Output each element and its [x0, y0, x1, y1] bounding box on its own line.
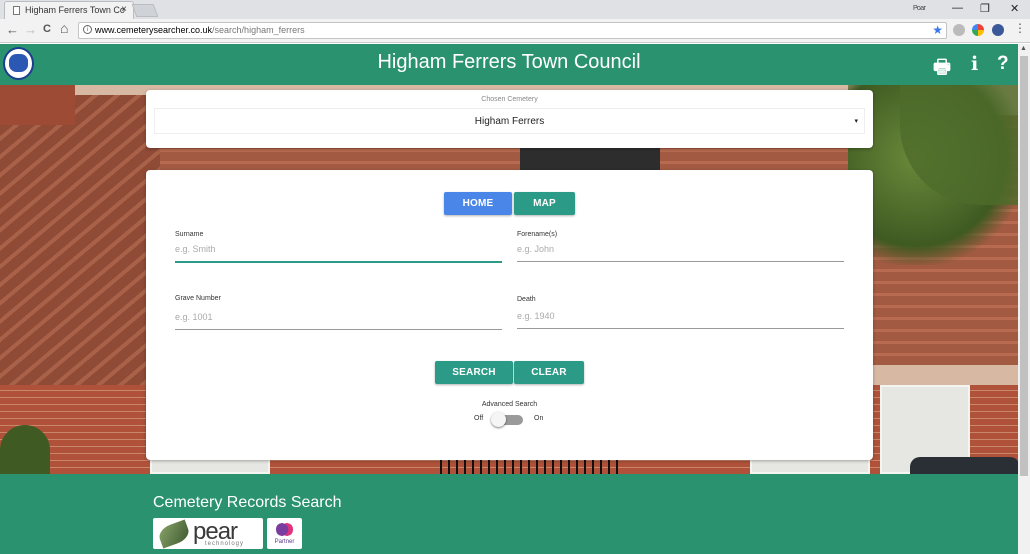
cemetery-card: Chosen Cemetery Higham Ferrers ▾ [146, 90, 873, 148]
partner-logo[interactable]: Partner [267, 518, 302, 549]
death-year-input[interactable] [517, 303, 844, 329]
browser-tab-bar: Higham Ferrers Town Co × Роаг — ❐ ✕ [0, 0, 1030, 19]
reload-icon[interactable]: C [43, 23, 51, 35]
grave-number-label: Grave Number [175, 295, 221, 302]
search-form-card: HOME MAP Surname Forename(s) Grave Numbe… [146, 170, 873, 460]
extension-profile-icon[interactable] [992, 24, 1004, 36]
grave-number-input[interactable] [175, 302, 502, 330]
advanced-search-label: Advanced Search [481, 401, 538, 408]
restore-icon[interactable]: ❐ [980, 2, 990, 15]
forename-field: Forename(s) [517, 231, 844, 262]
partner-label: Partner [274, 539, 295, 545]
new-tab-button[interactable] [131, 4, 159, 17]
surname-label: Surname [175, 231, 204, 238]
extension-pinwheel-icon[interactable] [972, 24, 984, 36]
toggle-on-label: On [534, 415, 544, 422]
info-icon[interactable]: i [971, 53, 978, 75]
window-close-icon[interactable]: ✕ [1010, 2, 1019, 15]
chosen-cemetery-label: Chosen Cemetery [481, 96, 538, 103]
pear-logo-subtext: technology [205, 541, 245, 547]
toggle-knob[interactable] [491, 412, 506, 427]
death-label: Death [517, 296, 536, 303]
dropdown-caret-icon: ▾ [854, 118, 858, 125]
cemetery-select[interactable]: Higham Ferrers ▾ [154, 108, 865, 134]
cemetery-selected-value: Higham Ferrers [474, 116, 545, 127]
bookmark-star-icon[interactable]: ★ [932, 23, 943, 37]
print-icon[interactable]: 🖶 [933, 53, 951, 85]
site-title: Higham Ferrers Town Council [377, 51, 641, 73]
browser-tab[interactable]: Higham Ferrers Town Co × [4, 1, 134, 19]
site-footer: Cemetery Records Search pear technology … [0, 474, 1018, 554]
surname-field: Surname [175, 231, 502, 263]
map-button[interactable]: MAP [514, 192, 575, 215]
page-icon [13, 6, 20, 15]
home-button[interactable]: HOME [444, 192, 512, 215]
toggle-off-label: Off [474, 415, 484, 422]
forename-label: Forename(s) [517, 231, 558, 238]
browser-menu-icon[interactable]: ⋮ [1014, 21, 1026, 35]
help-icon[interactable]: ? [997, 53, 1009, 75]
minimize-icon[interactable]: — [952, 2, 963, 14]
partner-mark-icon [276, 521, 293, 538]
search-button[interactable]: SEARCH [435, 361, 513, 384]
browser-toolbar: ← → C ⌂ i www.cemeterysearcher.co.uk/sea… [0, 19, 1030, 43]
forward-icon[interactable]: → [24, 22, 37, 37]
back-icon[interactable]: ← [6, 22, 19, 37]
scrollbar-thumb[interactable] [1020, 56, 1028, 476]
death-field: Death [517, 296, 844, 329]
pear-leaf-icon [156, 519, 192, 549]
url-host: www.cemeterysearcher.co.uk [95, 25, 213, 35]
url-path: /search/higham_ferrers [212, 25, 305, 35]
extension-cloud-icon[interactable] [953, 24, 965, 36]
grave-number-field: Grave Number [175, 295, 502, 330]
home-icon[interactable]: ⌂ [60, 20, 68, 36]
tab-title: Higham Ferrers Town Co [25, 5, 125, 15]
tab-close-icon[interactable]: × [121, 4, 127, 15]
page-scrollbar[interactable]: ▲ [1018, 44, 1030, 554]
site-header: Higham Ferrers Town Council 🖶 i ? [0, 44, 1018, 85]
pear-technology-logo[interactable]: pear technology [153, 518, 263, 549]
user-profile-icon[interactable]: Роаг [913, 5, 929, 14]
forename-input[interactable] [517, 238, 844, 262]
info-icon[interactable]: i [83, 25, 92, 34]
surname-input[interactable] [175, 238, 502, 263]
clear-button[interactable]: CLEAR [514, 361, 584, 384]
footer-title: Cemetery Records Search [153, 494, 342, 511]
url-bar[interactable]: i www.cemeterysearcher.co.uk/search/high… [78, 22, 947, 39]
